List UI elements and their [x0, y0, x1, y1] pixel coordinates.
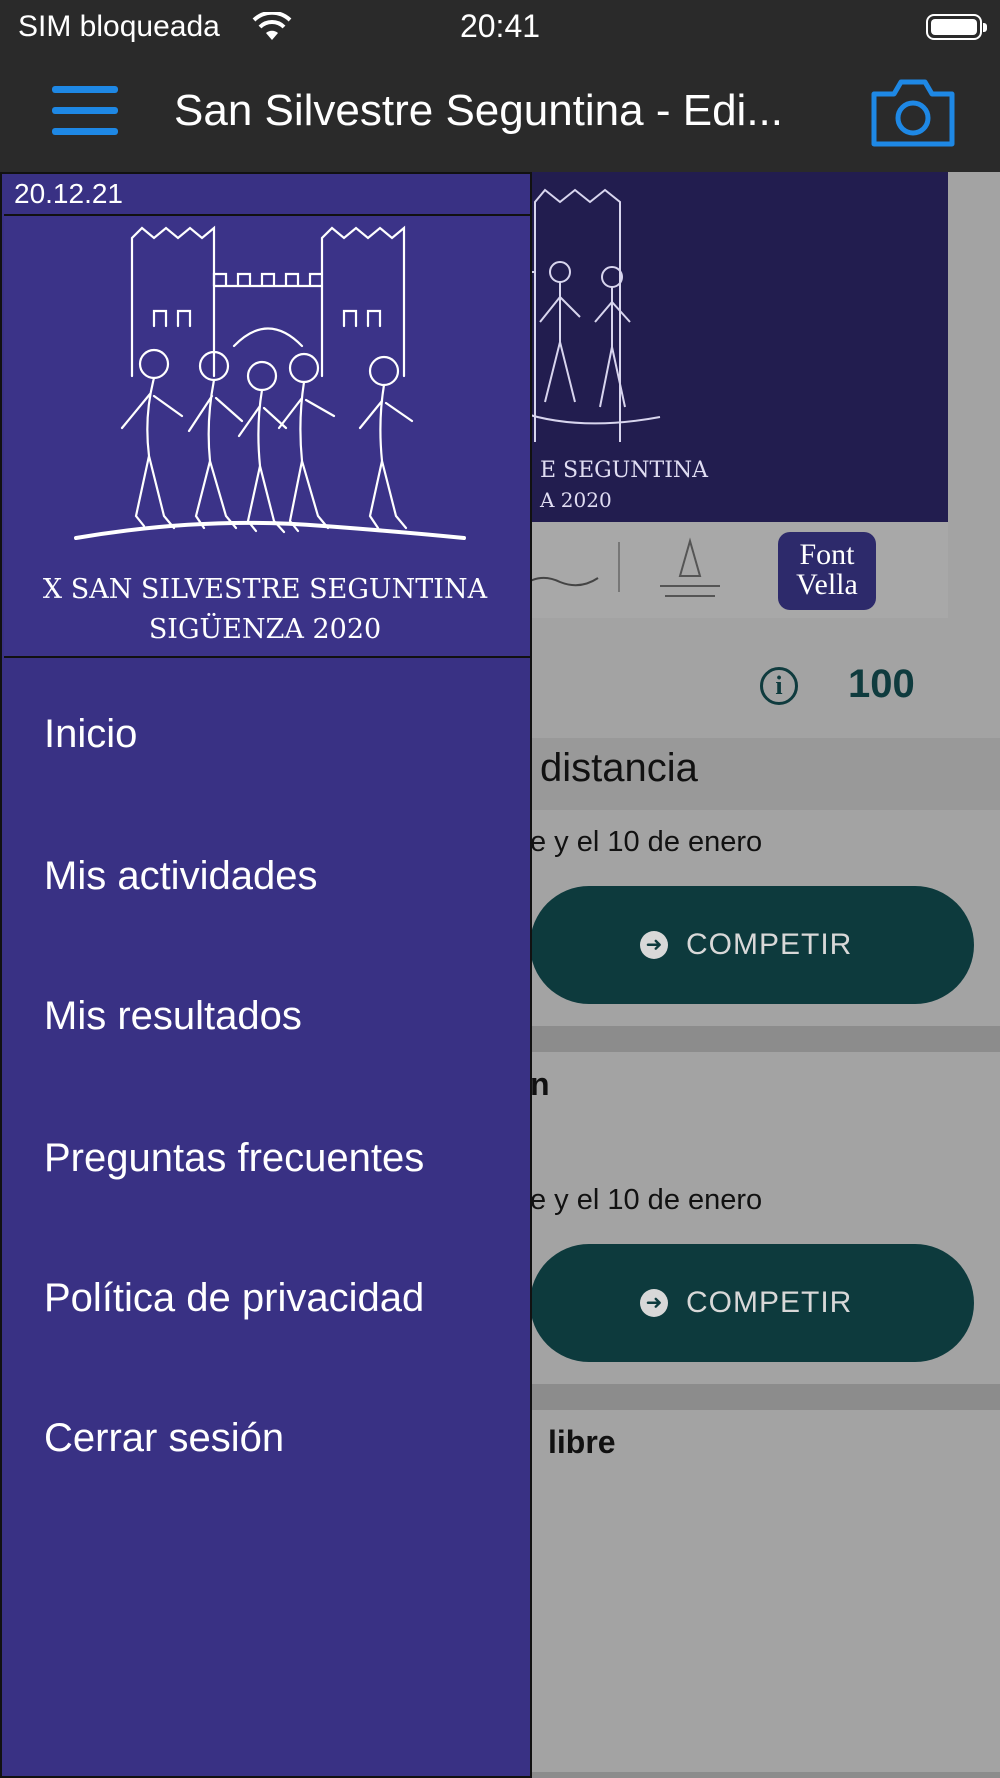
- page-title: San Silvestre Seguntina - Edi...: [174, 86, 783, 135]
- status-bar: SIM bloqueada 20:41: [0, 0, 1000, 56]
- logo-title-line2: SIGÜENZA 2020: [149, 611, 381, 645]
- sponsor-logo-1: [521, 576, 599, 587]
- banner-title-1: E SEGUNTINA: [540, 458, 709, 483]
- sponsor-logo-2: [660, 537, 720, 597]
- menu-item-mis-resultados[interactable]: Mis resultados: [44, 994, 302, 1039]
- points-value: 100: [848, 662, 915, 706]
- compete-button[interactable]: ➜ COMPETIR: [530, 886, 974, 1004]
- info-icon[interactable]: i: [760, 667, 798, 705]
- battery-icon: [926, 14, 987, 40]
- navigation-bar: San Silvestre Seguntina - Edi...: [0, 56, 1000, 172]
- event-logo-illustration: X SAN SILVESTRE SEGUNTINA SIGÜENZA 2020: [43, 225, 488, 645]
- sponsor-font-vella-logo: Font Vella: [778, 532, 876, 610]
- menu-item-inicio[interactable]: Inicio: [44, 712, 137, 757]
- section-title: distancia: [540, 746, 698, 790]
- menu-item-mis-actividades[interactable]: Mis actividades: [44, 854, 317, 899]
- clock: 20:41: [459, 8, 541, 44]
- menu-item-cerrar-sesion[interactable]: Cerrar sesión: [44, 1416, 284, 1461]
- menu-item-politica-privacidad[interactable]: Política de privacidad: [44, 1276, 424, 1321]
- camera-icon[interactable]: [868, 76, 958, 150]
- side-drawer: 20.12.21 X SAN SILVESTRE SEGUNTINA SIGÜE…: [0, 172, 532, 1778]
- compete-label: COMPETIR: [686, 1286, 853, 1319]
- logo-title-line1: X SAN SILVESTRE SEGUNTINA: [43, 574, 488, 605]
- card2-date: e y el 10 de enero: [530, 1184, 763, 1216]
- card1-date: e y el 10 de enero: [530, 826, 763, 858]
- menu-item-preguntas-frecuentes[interactable]: Preguntas frecuentes: [44, 1136, 424, 1181]
- event-logo: X SAN SILVESTRE SEGUNTINA SIGÜENZA 2020: [4, 214, 530, 658]
- banner-title-2: A 2020: [539, 488, 612, 512]
- card2-title: n: [530, 1066, 550, 1102]
- card3-title: libre: [548, 1424, 616, 1460]
- hamburger-menu-icon[interactable]: [52, 86, 118, 136]
- compete-button[interactable]: ➜ COMPETIR: [530, 1244, 974, 1362]
- drawer-date: 20.12.21: [14, 178, 123, 209]
- sponsor-divider: [618, 542, 620, 592]
- compete-label: COMPETIR: [686, 928, 853, 961]
- arrow-right-icon: ➜: [640, 1289, 668, 1317]
- arrow-right-icon: ➜: [640, 931, 668, 959]
